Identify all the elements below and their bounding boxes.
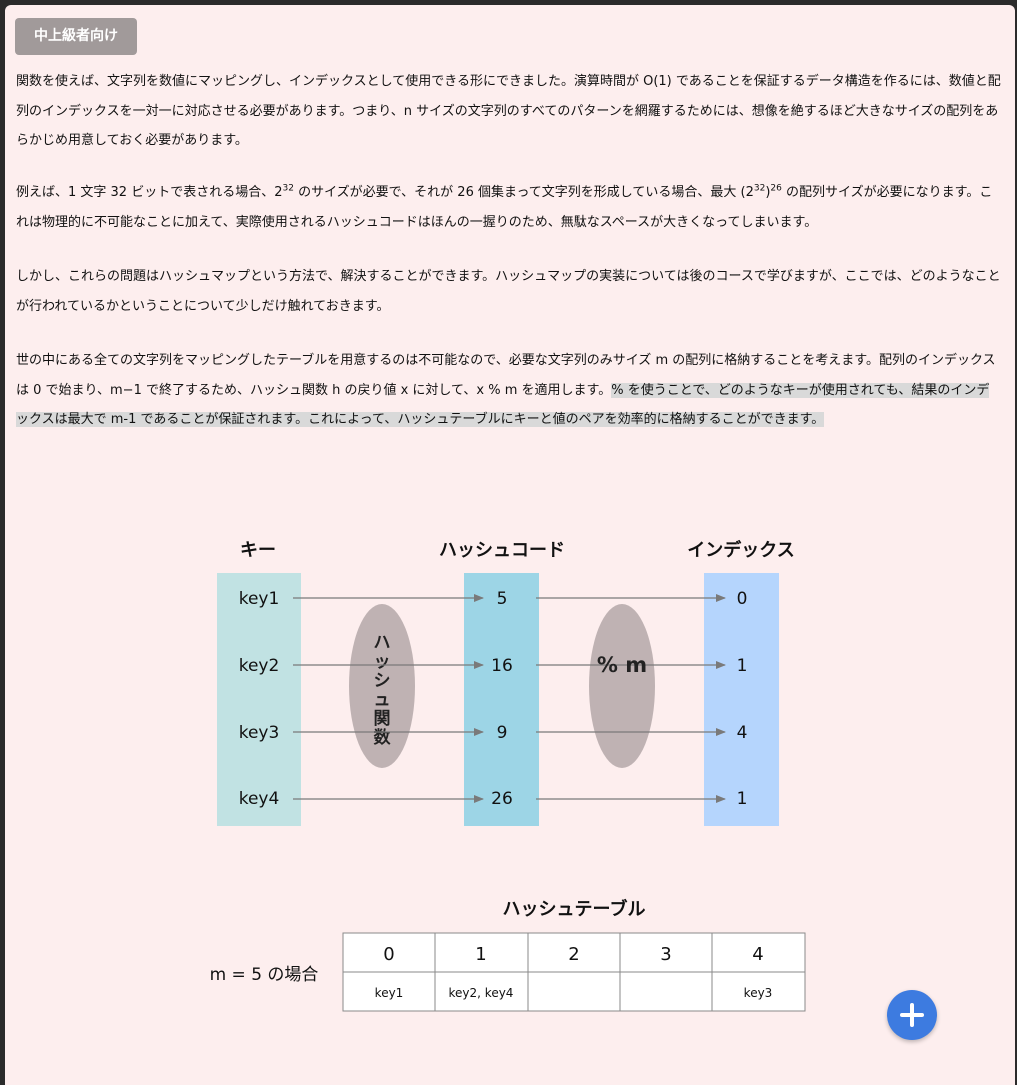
plus-icon (900, 1003, 924, 1027)
hash-function-char: ュ (374, 690, 391, 710)
level-badge: 中上級者向け (15, 18, 137, 55)
hash-function-char: ッ (374, 652, 391, 672)
key-label: key1 (239, 589, 280, 609)
table-index-cell: 0 (383, 944, 394, 965)
hash-function-char: 関 (374, 709, 391, 729)
header-indexes: インデックス (687, 539, 794, 561)
add-button[interactable] (887, 990, 937, 1040)
table-value-cell: key1 (375, 986, 404, 1000)
table-value-cell: key2, key4 (449, 986, 514, 1000)
table-value-cell: key3 (744, 986, 773, 1000)
hash-code-label: 16 (491, 656, 513, 676)
hash-code-label: 5 (497, 589, 508, 609)
index-label: 1 (737, 789, 748, 809)
hash-code-label: 26 (491, 789, 513, 809)
table-index-cell: 2 (568, 944, 579, 965)
index-label: 0 (737, 589, 748, 609)
key-label: key3 (239, 723, 280, 743)
table-title: ハッシュテーブル (503, 898, 646, 920)
header-keys: キー (240, 540, 276, 561)
hash-code-label: 9 (497, 723, 508, 743)
table-index-cell: 1 (475, 944, 486, 965)
hash-diagram: キー ハッシュコード インデックス key1 key2 key3 key4 5 … (210, 539, 806, 1012)
modulo-label: % m (597, 653, 647, 677)
key-label: key4 (239, 789, 280, 809)
key-label: key2 (239, 656, 280, 676)
page: 中上級者向け 関数を使えば、文字列を数値にマッピングし、インデックスとして使用で… (5, 5, 1015, 1085)
paragraph-1: 関数を使えば、文字列を数値にマッピングし、インデックスとして使用できる形にできま… (16, 74, 1001, 148)
table-condition-label: m = 5 の場合 (210, 965, 319, 985)
hash-function-char: 数 (374, 727, 392, 748)
header-hash-codes: ハッシュコード (439, 540, 565, 561)
hash-table: 0 1 2 3 4 key1 key2, key4 key3 (342, 932, 806, 1012)
hash-function-char: シ (374, 671, 391, 691)
paragraph-3: しかし、これらの問題はハッシュマップという方法で、解決することができます。ハッシ… (16, 269, 1001, 314)
paragraph-2: 例えば、1 文字 32 ビットで表される場合、232 のサイズが必要で、それが … (16, 183, 993, 230)
hash-function-label: ハ ッ シ ュ 関 数 (374, 633, 392, 748)
modulo-ellipse (589, 604, 655, 768)
hash-function-char: ハ (374, 633, 391, 653)
table-index-cell: 3 (660, 944, 671, 965)
index-label: 1 (737, 656, 748, 676)
table-index-cell: 4 (752, 944, 763, 965)
index-label: 4 (737, 723, 748, 743)
paragraph-4: 世の中にある全ての文字列をマッピングしたテーブルを用意するのは不可能なので、必要… (16, 353, 996, 427)
